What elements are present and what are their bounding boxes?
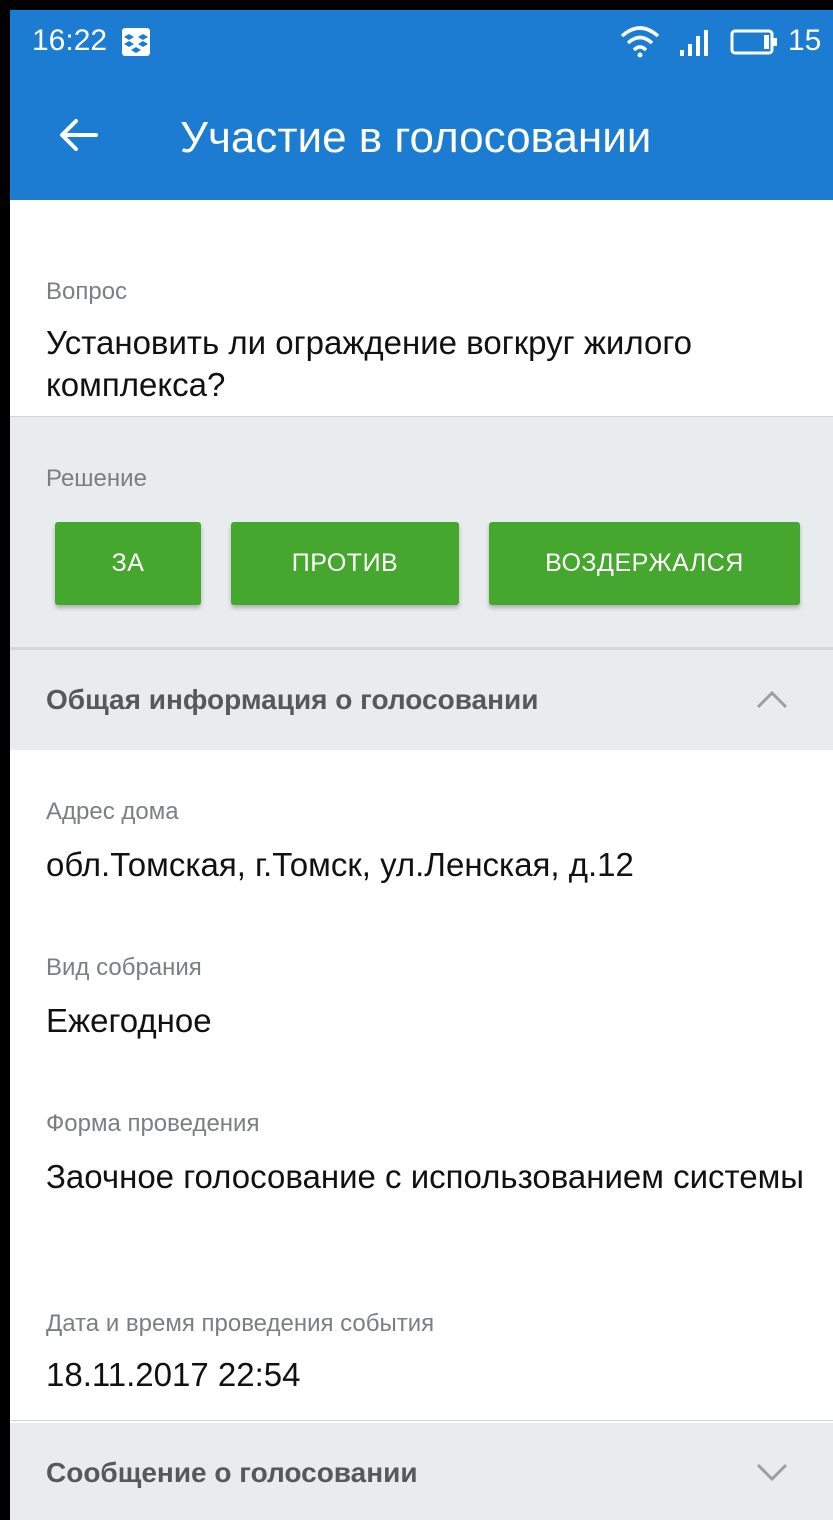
screen: 16:22 15 Участие в голосовании Вопрос Ус… xyxy=(10,10,833,1520)
battery-icon xyxy=(730,29,777,55)
status-time: 16:22 xyxy=(32,24,108,57)
event-datetime-value: 18.11.2017 22:54 xyxy=(46,1356,301,1393)
chevron-down-icon xyxy=(756,1463,788,1482)
decision-section: Решение ЗА ПРОТИВ ВОЗДЕРЖАЛСЯ xyxy=(10,417,833,650)
address-value: обл.Томская, г.Томск, ул.Ленская, д.12 xyxy=(46,846,634,883)
arrow-left-icon[interactable] xyxy=(56,113,100,157)
vote-for-button[interactable]: ЗА xyxy=(55,522,201,605)
event-datetime-label: Дата и время проведения события xyxy=(46,1310,435,1337)
question-label: Вопрос xyxy=(46,278,128,305)
message-title: Сообщение о голосовании xyxy=(46,1457,418,1488)
question-section: Вопрос Установить ли ограждение вогкруг … xyxy=(10,200,833,417)
general-info-header[interactable]: Общая информация о голосовании xyxy=(10,650,833,750)
question-text: Установить ли ограждение вогкруг жилого … xyxy=(46,324,693,403)
meeting-form-value: Заочное голосование с использованием сис… xyxy=(46,1158,805,1195)
chevron-up-icon xyxy=(756,690,788,709)
vote-against-button[interactable]: ПРОТИВ xyxy=(231,522,459,605)
meeting-form-label: Форма проведения xyxy=(46,1110,260,1137)
battery-level: 15 xyxy=(788,24,822,57)
dropbox-icon xyxy=(122,28,150,56)
decision-label: Решение xyxy=(46,465,147,492)
meeting-type-label: Вид собрания xyxy=(46,954,202,981)
vote-abstain-button[interactable]: ВОЗДЕРЖАЛСЯ xyxy=(489,522,800,605)
page-title: Участие в голосовании xyxy=(180,113,652,162)
message-header[interactable]: Сообщение о голосовании xyxy=(10,1423,833,1520)
wifi-icon xyxy=(620,26,660,58)
signal-icon xyxy=(680,30,708,56)
general-info-title: Общая информация о голосовании xyxy=(46,684,539,715)
meeting-type-value: Ежегодное xyxy=(46,1002,212,1039)
top-app-bar: 16:22 15 Участие в голосовании xyxy=(10,10,833,200)
general-info-section: Адрес дома обл.Томская, г.Томск, ул.Ленс… xyxy=(10,750,833,1421)
address-label: Адрес дома xyxy=(46,798,179,825)
